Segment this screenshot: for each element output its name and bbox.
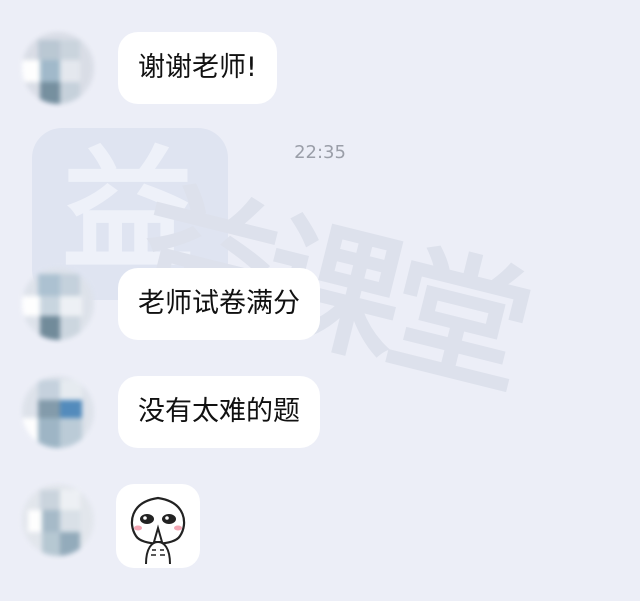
message-text: 谢谢老师!: [138, 52, 257, 83]
praying-face-sticker[interactable]: [116, 484, 200, 568]
message-text: 老师试卷满分: [138, 288, 300, 319]
message-bubble[interactable]: 没有太难的题: [118, 376, 320, 448]
chat-view: 益 益课堂 谢谢老师! 22:35 老师试卷满分 没有太难的题: [0, 0, 640, 601]
message-text: 没有太难的题: [138, 396, 300, 427]
timestamp: 22:35: [294, 142, 346, 163]
message-bubble[interactable]: 老师试卷满分: [118, 268, 320, 340]
avatar[interactable]: [22, 484, 94, 556]
avatar[interactable]: [22, 268, 94, 340]
message-bubble[interactable]: 谢谢老师!: [118, 32, 277, 104]
avatar[interactable]: [22, 32, 94, 104]
praying-face-icon: [130, 496, 186, 565]
avatar[interactable]: [22, 376, 94, 448]
